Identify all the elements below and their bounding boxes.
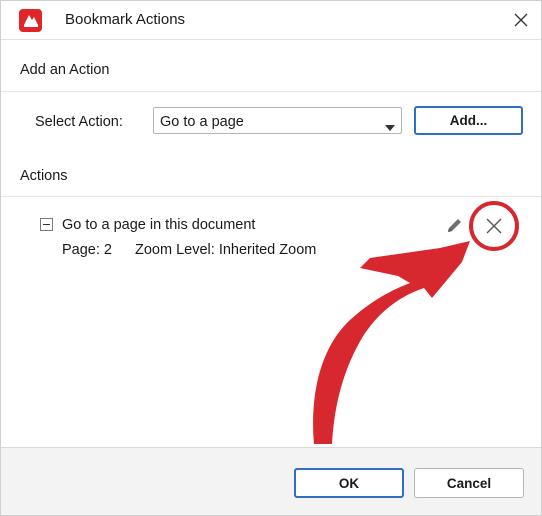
close-icon[interactable] [507, 6, 535, 34]
delete-action-button[interactable] [483, 215, 505, 237]
cancel-button[interactable]: Cancel [414, 468, 524, 498]
add-button[interactable]: Add... [414, 106, 523, 135]
divider [1, 196, 541, 197]
bookmark-actions-dialog: Bookmark Actions Add an Action Select Ac… [0, 0, 542, 516]
chevron-down-icon [385, 118, 395, 136]
divider [1, 91, 541, 92]
collapse-toggle[interactable] [40, 218, 53, 231]
action-zoom-level: Zoom Level: Inherited Zoom [135, 242, 317, 258]
add-action-heading: Add an Action [20, 62, 110, 78]
select-action-value: Go to a page [160, 114, 244, 130]
action-title: Go to a page in this document [62, 217, 256, 233]
close-icon [486, 218, 502, 234]
select-action-dropdown[interactable]: Go to a page [153, 107, 402, 134]
title-bar: Bookmark Actions [1, 1, 541, 40]
action-page: Page: 2 [62, 242, 112, 258]
select-action-label: Select Action: [35, 114, 123, 130]
dialog-title: Bookmark Actions [65, 11, 186, 28]
pencil-icon[interactable] [444, 215, 464, 235]
app-logo-icon [19, 9, 42, 32]
actions-heading: Actions [20, 168, 68, 184]
ok-button[interactable]: OK [294, 468, 404, 498]
